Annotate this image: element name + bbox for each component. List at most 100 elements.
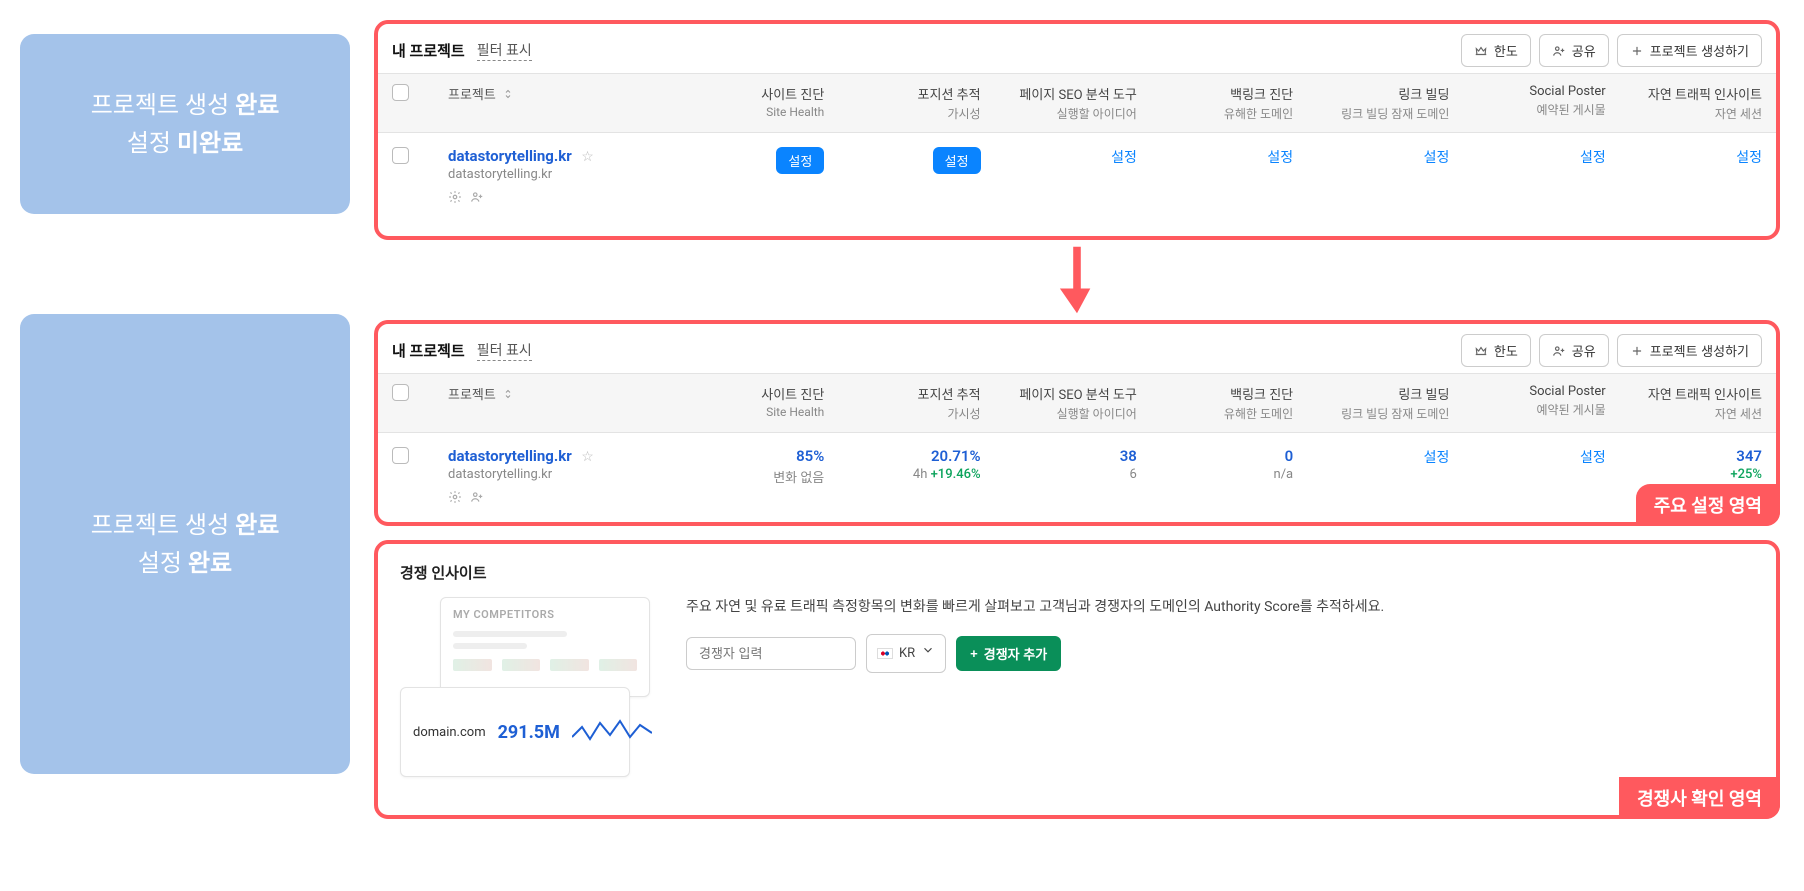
setup-link-linkbuilding[interactable]: 설정 bbox=[1424, 450, 1450, 466]
plus-icon bbox=[1630, 44, 1644, 58]
site-health-cell[interactable]: 85% 변화 없음 bbox=[676, 447, 824, 486]
show-filters-link[interactable]: 필터 표시 bbox=[477, 340, 532, 361]
metric-value: 0 bbox=[1145, 447, 1293, 465]
projects-panel-incomplete: 내 프로젝트 필터 표시 한도 공유 bbox=[374, 20, 1780, 240]
insight-title: 경쟁 인사이트 bbox=[400, 562, 1754, 583]
column-link-building: 링크 빌딩링크 빌딩 잠재 도메인 bbox=[1301, 384, 1449, 422]
share-button[interactable]: 공유 bbox=[1539, 334, 1609, 367]
column-site-audit: 사이트 진단Site Health bbox=[676, 384, 824, 419]
metric-sub-prefix: 4h bbox=[913, 467, 931, 482]
status-label-complete: 프로젝트 생성 완료 설정 완료 bbox=[20, 314, 350, 774]
column-social-poster: Social Poster예약된 게시물 bbox=[1457, 84, 1605, 118]
label-text-bold: 미완료 bbox=[177, 129, 243, 157]
plus-icon bbox=[1630, 344, 1644, 358]
country-select[interactable]: KR bbox=[866, 634, 946, 673]
row-checkbox[interactable] bbox=[392, 147, 409, 164]
organic-traffic-cell[interactable]: 347 +25% bbox=[1614, 447, 1762, 482]
project-cell: datastorytelling.kr ☆ datastorytelling.k… bbox=[448, 447, 668, 508]
projects-table-header: 프로젝트 사이트 진단Site Health 포지션 추적가시성 페이지 SEO… bbox=[378, 373, 1776, 433]
create-project-button[interactable]: 프로젝트 생성하기 bbox=[1617, 334, 1762, 367]
left-label-column: 프로젝트 생성 완료 설정 미완료 프로젝트 생성 완료 설정 완료 bbox=[20, 20, 350, 819]
setup-link-onpage[interactable]: 설정 bbox=[1111, 150, 1137, 166]
button-label: 공유 bbox=[1572, 41, 1596, 60]
setup-badge-site-audit[interactable]: 설정 bbox=[776, 147, 824, 174]
sort-icon bbox=[504, 88, 516, 100]
share-button[interactable]: 공유 bbox=[1539, 34, 1609, 67]
gear-icon[interactable] bbox=[448, 190, 462, 208]
gear-icon[interactable] bbox=[448, 490, 462, 508]
column-organic-traffic: 자연 트래픽 인사이트자연 세션 bbox=[1614, 384, 1762, 422]
annotation-competitor-area: 경쟁사 확인 영역 bbox=[1619, 777, 1780, 819]
limits-button[interactable]: 한도 bbox=[1461, 34, 1531, 67]
setup-link-social[interactable]: 설정 bbox=[1580, 150, 1606, 166]
button-label: 프로젝트 생성하기 bbox=[1650, 41, 1749, 60]
column-onpage-seo: 페이지 SEO 분석 도구실행할 아이디어 bbox=[989, 384, 1137, 422]
select-all-checkbox[interactable] bbox=[392, 84, 409, 101]
project-name-link[interactable]: datastorytelling.kr bbox=[448, 147, 572, 165]
project-name-link[interactable]: datastorytelling.kr bbox=[448, 447, 572, 465]
label-text-bold: 완료 bbox=[235, 511, 279, 539]
flag-kr-icon bbox=[877, 648, 893, 659]
setup-link-social[interactable]: 설정 bbox=[1580, 450, 1606, 466]
project-cell: datastorytelling.kr ☆ datastorytelling.k… bbox=[448, 147, 668, 208]
project-domain: datastorytelling.kr bbox=[448, 467, 668, 482]
limits-button[interactable]: 한도 bbox=[1461, 334, 1531, 367]
label-text: 설정 bbox=[127, 129, 177, 157]
competitor-input[interactable] bbox=[686, 637, 856, 670]
setup-link-organic[interactable]: 설정 bbox=[1736, 150, 1762, 166]
country-code: KR bbox=[899, 644, 915, 664]
user-plus-icon bbox=[1552, 344, 1566, 358]
button-label: 프로젝트 생성하기 bbox=[1650, 341, 1749, 360]
show-filters-link[interactable]: 필터 표시 bbox=[477, 40, 532, 61]
favorite-star-icon[interactable]: ☆ bbox=[581, 149, 594, 165]
column-project[interactable]: 프로젝트 bbox=[448, 84, 668, 103]
label-text: 프로젝트 생성 bbox=[91, 91, 235, 119]
crown-icon bbox=[1474, 44, 1488, 58]
panel-title: 내 프로젝트 bbox=[392, 40, 465, 61]
table-row: datastorytelling.kr ☆ datastorytelling.k… bbox=[378, 133, 1776, 222]
column-site-audit: 사이트 진단Site Health bbox=[676, 84, 824, 119]
metric-sub: 6 bbox=[989, 467, 1137, 482]
metric-sub: 변화 없음 bbox=[676, 467, 824, 486]
user-plus-icon bbox=[1552, 44, 1566, 58]
sort-icon bbox=[504, 388, 516, 400]
row-checkbox[interactable] bbox=[392, 447, 409, 464]
add-competitor-button[interactable]: + 경쟁자 추가 bbox=[956, 636, 1061, 671]
mock-domain-text: domain.com bbox=[413, 725, 486, 740]
competitor-insight-panel: 경쟁 인사이트 MY COMPETITORS bbox=[374, 540, 1780, 819]
status-label-incomplete: 프로젝트 생성 완료 설정 미완료 bbox=[20, 34, 350, 214]
setup-link-linkbuilding[interactable]: 설정 bbox=[1424, 150, 1450, 166]
user-plus-icon[interactable] bbox=[470, 490, 484, 508]
metric-value: 85% bbox=[676, 447, 824, 465]
create-project-button[interactable]: 프로젝트 생성하기 bbox=[1617, 34, 1762, 67]
visibility-cell[interactable]: 20.71% 4h +19.46% bbox=[832, 447, 980, 482]
column-backlink-audit: 백링크 진단유해한 도메인 bbox=[1145, 384, 1293, 422]
backlink-cell[interactable]: 0 n/a bbox=[1145, 447, 1293, 482]
panel-header: 내 프로젝트 필터 표시 한도 공유 bbox=[378, 24, 1776, 73]
column-project[interactable]: 프로젝트 bbox=[448, 384, 668, 403]
metric-value: 38 bbox=[989, 447, 1137, 465]
select-all-checkbox[interactable] bbox=[392, 384, 409, 401]
column-backlink-audit: 백링크 진단유해한 도메인 bbox=[1145, 84, 1293, 122]
column-onpage-seo: 페이지 SEO 분석 도구실행할 아이디어 bbox=[989, 84, 1137, 122]
setup-link-backlink[interactable]: 설정 bbox=[1267, 150, 1293, 166]
setup-badge-position[interactable]: 설정 bbox=[933, 147, 981, 174]
metric-value: 347 bbox=[1614, 447, 1762, 465]
projects-panel-complete: 내 프로젝트 필터 표시 한도 공유 프로젝트 생성하기 bbox=[374, 320, 1780, 526]
column-organic-traffic: 자연 트래픽 인사이트자연 세션 bbox=[1614, 84, 1762, 122]
metric-change: +19.46% bbox=[931, 467, 981, 482]
insight-description: 주요 자연 및 유료 트래픽 측정항목의 변화를 빠르게 살펴보고 고객님과 경… bbox=[686, 597, 1754, 618]
favorite-star-icon[interactable]: ☆ bbox=[581, 449, 594, 465]
column-label: 프로젝트 bbox=[448, 84, 496, 103]
column-label: 프로젝트 bbox=[448, 384, 496, 403]
user-plus-icon[interactable] bbox=[470, 190, 484, 208]
label-text-bold: 완료 bbox=[235, 91, 279, 119]
mock-competitors-card: MY COMPETITORS bbox=[440, 597, 650, 697]
metric-change: +25% bbox=[1614, 467, 1762, 482]
mock-domain-card: domain.com 291.5M bbox=[400, 687, 630, 777]
label-text: 설정 bbox=[138, 549, 188, 577]
button-label: 한도 bbox=[1494, 41, 1518, 60]
label-text-bold: 완료 bbox=[188, 549, 232, 577]
onpage-ideas-cell[interactable]: 38 6 bbox=[989, 447, 1137, 482]
label-text: 프로젝트 생성 bbox=[91, 511, 235, 539]
